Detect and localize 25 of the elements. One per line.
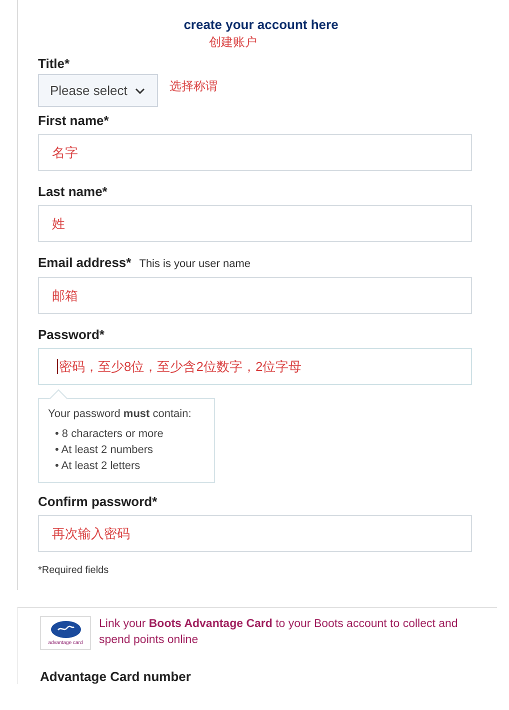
tooltip-text: Your password must contain: <box>48 408 192 420</box>
field-label: Confirm password* <box>38 494 158 510</box>
input-field[interactable]: 邮箱 <box>38 277 472 314</box>
rule-item: • At least 2 numbers <box>54 443 154 458</box>
required-note: *Required fields <box>38 565 110 576</box>
field-label: Title* <box>38 56 70 72</box>
rule-item: • 8 characters or more <box>54 427 164 442</box>
annotation: 创建账户 <box>209 34 257 50</box>
field-label: Password* <box>38 327 104 343</box>
input-field[interactable]: 姓 <box>38 205 472 242</box>
chevron-down-icon <box>135 88 146 94</box>
field-label: First name* <box>38 113 109 129</box>
oval-logo-icon <box>50 620 80 638</box>
field-label: Last name* <box>38 184 108 200</box>
rule-item: • At least 2 letters <box>54 459 142 474</box>
field-hint: This is your user name <box>139 257 250 272</box>
field-label: Email address* <box>38 255 132 271</box>
advantage-text: Link your Boots Advantage Card to your Boots account to collect and spend points online <box>99 617 459 648</box>
page-heading: create your account here <box>182 16 340 34</box>
input-field[interactable]: 密码，至少8位，至少含2位数字，2位字母 <box>38 348 472 385</box>
input-field[interactable]: 再次输入密码 <box>38 515 472 552</box>
field-label: Advantage Card number <box>40 669 192 684</box>
input-field[interactable]: 名字 <box>38 134 472 171</box>
title-dropdown[interactable]: Please select <box>38 74 158 107</box>
annotation: 选择称谓 <box>169 78 218 95</box>
